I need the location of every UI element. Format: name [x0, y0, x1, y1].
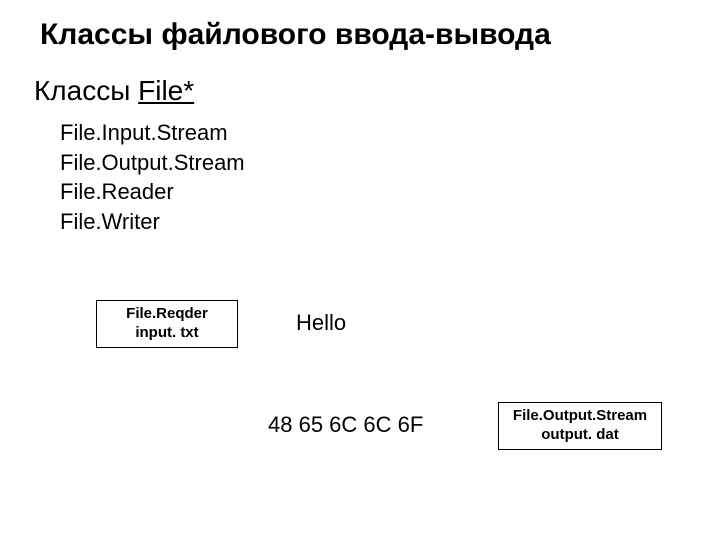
hex-text: 48 65 6C 6C 6F [268, 412, 423, 438]
reader-box-line1: File.Reqder [103, 305, 231, 324]
list-item: File.Output.Stream [60, 148, 245, 178]
output-box-line2: output. dat [505, 426, 655, 445]
list-item: File.Writer [60, 207, 245, 237]
reader-box-line2: input. txt [103, 324, 231, 343]
class-list: File.Input.Stream File.Output.Stream Fil… [60, 118, 245, 237]
subtitle-underlined: File* [138, 75, 194, 106]
reader-box: File.Reqder input. txt [96, 300, 238, 348]
slide-title: Классы файлового ввода-вывода [40, 18, 551, 52]
list-item: File.Reader [60, 177, 245, 207]
list-item: File.Input.Stream [60, 118, 245, 148]
hello-text: Hello [296, 310, 346, 336]
output-box-line1: File.Output.Stream [505, 407, 655, 426]
slide-subtitle: Классы File* [34, 75, 194, 107]
subtitle-plain: Классы [34, 75, 138, 106]
slide: Классы файлового ввода-вывода Классы Fil… [0, 0, 720, 540]
output-box: File.Output.Stream output. dat [498, 402, 662, 450]
